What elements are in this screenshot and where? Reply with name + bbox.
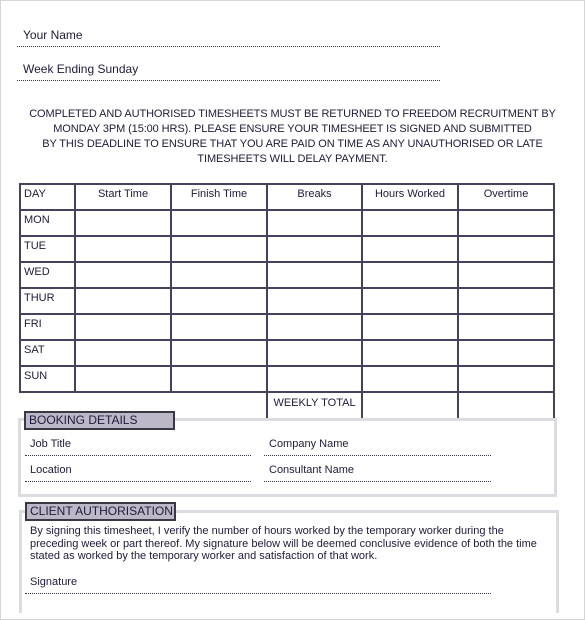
overtime-cell[interactable]: [457, 365, 555, 393]
company-name-label: Company Name: [269, 438, 349, 450]
submission-notice: COMPLETED AND AUTHORISED TIMESHEETS MUST…: [0, 107, 585, 167]
hours-worked-cell[interactable]: [361, 235, 459, 263]
start-time-cell[interactable]: [74, 261, 172, 289]
start-time-cell[interactable]: [74, 313, 172, 341]
hours-worked-cell[interactable]: [361, 261, 459, 289]
finish-time-cell[interactable]: [170, 287, 268, 315]
your-name-label: Your Name: [23, 28, 83, 42]
day-label: MON: [19, 209, 76, 237]
consultant-name-field[interactable]: Consultant Name: [264, 464, 491, 482]
column-header-breaks: Breaks: [266, 183, 363, 211]
weekly-total-label: WEEKLY TOTAL: [266, 391, 363, 420]
breaks-cell[interactable]: [266, 261, 363, 289]
signature-label: Signature: [30, 576, 78, 588]
auth-text-line: stated as worked by the temporary worker…: [30, 550, 378, 562]
day-label: WED: [19, 261, 76, 289]
notice-line: COMPLETED AND AUTHORISED TIMESHEETS MUST…: [29, 108, 556, 120]
day-label: TUE: [19, 235, 76, 263]
hours-worked-cell[interactable]: [361, 365, 459, 393]
booking-details-title: BOOKING DETAILS: [24, 411, 175, 430]
start-time-cell[interactable]: [74, 235, 172, 263]
auth-text-line: preceding week or part thereof. My signa…: [30, 537, 537, 550]
column-header-day: DAY: [19, 183, 76, 211]
column-header-hours-worked: Hours Worked: [361, 183, 459, 211]
company-name-field[interactable]: Company Name: [264, 438, 491, 456]
column-header-finish-time: Finish Time: [170, 183, 268, 211]
breaks-cell[interactable]: [266, 287, 363, 315]
breaks-cell[interactable]: [266, 339, 363, 367]
consultant-name-label: Consultant Name: [269, 464, 354, 476]
notice-line: TIMESHEETS WILL DELAY PAYMENT.: [197, 153, 388, 165]
signature-field[interactable]: Signature: [25, 576, 491, 594]
auth-text-line: By signing this timesheet, I verify the …: [30, 525, 504, 537]
breaks-cell[interactable]: [266, 209, 363, 237]
finish-time-cell[interactable]: [170, 235, 268, 263]
table-row: THUR: [19, 287, 555, 315]
finish-time-cell[interactable]: [170, 365, 268, 393]
column-header-overtime: Overtime: [457, 183, 555, 211]
job-title-field[interactable]: Job Title: [25, 438, 251, 456]
table-row: MON: [19, 209, 555, 237]
day-label: THUR: [19, 287, 76, 315]
breaks-cell[interactable]: [266, 313, 363, 341]
overtime-cell[interactable]: [457, 235, 555, 263]
overtime-cell[interactable]: [457, 313, 555, 341]
week-ending-field[interactable]: Week Ending Sunday: [17, 62, 440, 81]
empty-cell: [171, 392, 267, 419]
day-label: SAT: [19, 339, 76, 367]
hours-worked-cell[interactable]: [361, 209, 459, 237]
hours-worked-cell[interactable]: [361, 287, 459, 315]
table-row: SAT: [19, 339, 555, 367]
weekly-total-hours-cell[interactable]: [361, 391, 459, 420]
table-header-row: DAY Start Time Finish Time Breaks Hours …: [19, 183, 555, 211]
weekly-total-overtime-cell[interactable]: [457, 391, 555, 420]
table-row: WED: [19, 261, 555, 289]
client-authorisation-title: CLIENT AUTHORISATION: [25, 502, 176, 521]
finish-time-cell[interactable]: [170, 261, 268, 289]
day-label: FRI: [19, 313, 76, 341]
table-row: TUE: [19, 235, 555, 263]
table-row: SUN: [19, 365, 555, 393]
start-time-cell[interactable]: [74, 287, 172, 315]
start-time-cell[interactable]: [74, 209, 172, 237]
start-time-cell[interactable]: [74, 365, 172, 393]
day-label: SUN: [19, 365, 76, 393]
hours-worked-cell[interactable]: [361, 313, 459, 341]
table-row: FRI: [19, 313, 555, 341]
breaks-cell[interactable]: [266, 235, 363, 263]
breaks-cell[interactable]: [266, 365, 363, 393]
overtime-cell[interactable]: [457, 287, 555, 315]
overtime-cell[interactable]: [457, 339, 555, 367]
finish-time-cell[interactable]: [170, 339, 268, 367]
client-authorisation-text: By signing this timesheet, I verify the …: [30, 525, 550, 563]
week-ending-label: Week Ending Sunday: [23, 62, 139, 76]
your-name-field[interactable]: Your Name: [17, 28, 440, 47]
start-time-cell[interactable]: [74, 339, 172, 367]
overtime-cell[interactable]: [457, 209, 555, 237]
timesheet-table: DAY Start Time Finish Time Breaks Hours …: [19, 183, 555, 420]
column-header-start-time: Start Time: [74, 183, 172, 211]
hours-worked-cell[interactable]: [361, 339, 459, 367]
location-field[interactable]: Location: [25, 464, 251, 482]
notice-line: MONDAY 3PM (15:00 HRS). PLEASE ENSURE YO…: [53, 123, 532, 135]
location-label: Location: [30, 464, 72, 476]
finish-time-cell[interactable]: [170, 209, 268, 237]
job-title-label: Job Title: [30, 438, 71, 450]
notice-line: BY THIS DEADLINE TO ENSURE THAT YOU ARE …: [42, 138, 543, 150]
finish-time-cell[interactable]: [170, 313, 268, 341]
overtime-cell[interactable]: [457, 261, 555, 289]
